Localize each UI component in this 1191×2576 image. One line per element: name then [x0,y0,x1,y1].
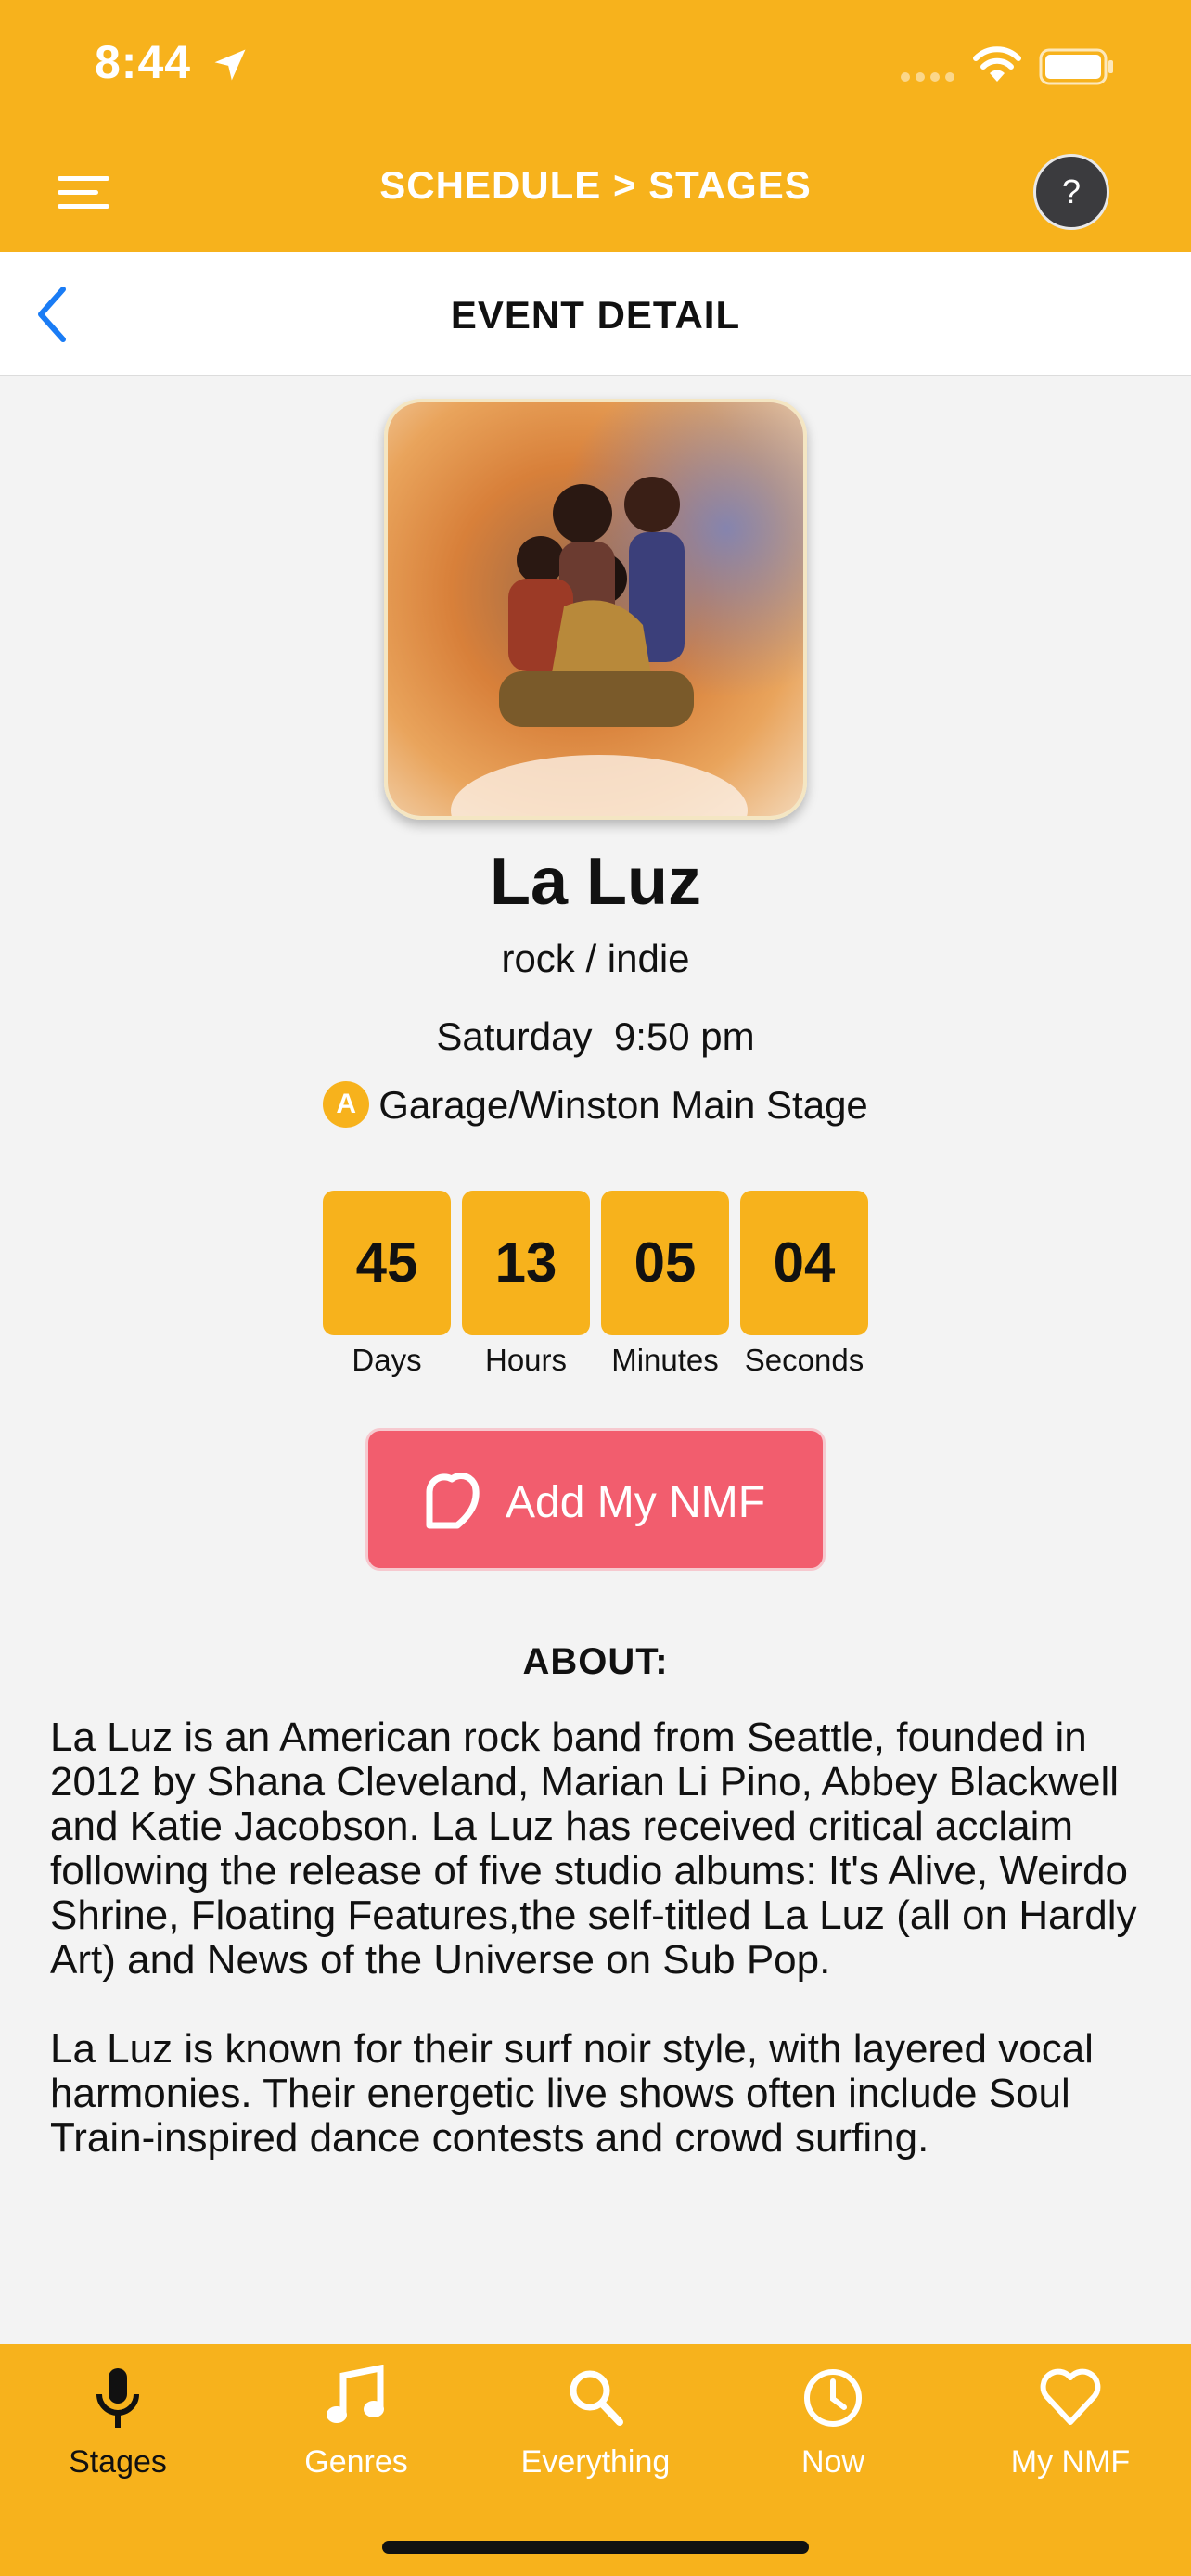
about-paragraph: La Luz is an American rock band from Sea… [50,1715,1137,1983]
stage-name: Garage/Winston Main Stage [378,1083,868,1127]
about-paragraph: La Luz is known for their surf noir styl… [50,2026,1094,2161]
artist-photo [384,399,807,820]
tab-now[interactable]: Now [722,2365,944,2480]
breadcrumb: SCHEDULE > STAGES [379,163,812,207]
tab-label: Everything [520,2444,671,2480]
help-button[interactable]: ? [1033,154,1109,230]
top-header: 8:44 SCHEDULE > STAGES ? [0,0,1191,252]
event-detail-screen: 8:44 SCHEDULE > STAGES ? EVENT DETAIL La… [0,0,1191,2576]
search-icon [570,2370,623,2426]
tab-label: My NMF [1010,2444,1131,2480]
countdown-label: Hours [484,1343,568,1377]
about-body: La Luz is an American rock band from Sea… [50,1715,1145,2205]
genre-label: rock / indie [501,937,690,980]
heart-outline-icon [426,1473,480,1529]
countdown-days: 45 Days [323,1191,451,1378]
tab-everything[interactable]: Everything [484,2365,707,2480]
status-time: 8:44 [95,36,192,88]
countdown-value: 13 [462,1191,590,1335]
tab-label: Stages [69,2444,167,2480]
cellular-signal-icon [901,72,954,82]
battery-icon [1039,48,1113,85]
event-day-time: Saturday 9:50 pm [436,1014,755,1058]
home-indicator [382,2541,809,2554]
countdown-seconds: 04 Seconds [740,1191,868,1378]
countdown-minutes: 05 Minutes [601,1191,729,1378]
countdown-value: 05 [601,1191,729,1335]
clock-icon [804,2369,862,2427]
artist-name: La Luz [490,845,701,919]
countdown-value: 45 [323,1191,451,1335]
tab-my-nmf[interactable]: My NMF [959,2365,1182,2480]
countdown-label: Minutes [611,1343,719,1377]
tab-label: Now [800,2444,865,2480]
heart-icon [1040,2368,1101,2425]
microphone-icon [96,2368,139,2428]
countdown-hours: 13 Hours [462,1191,590,1378]
tab-stages[interactable]: Stages [6,2365,229,2480]
music-note-icon [327,2365,384,2423]
location-arrow-icon [214,49,246,81]
countdown-timer: 45 Days 13 Hours 05 Minutes 04 Seconds [323,1191,870,1378]
about-heading: ABOUT: [522,1641,669,1682]
countdown-label: Days [352,1343,422,1377]
add-my-nmf-button[interactable]: Add My NMF [365,1428,826,1571]
countdown-label: Seconds [744,1343,864,1377]
tab-genres[interactable]: Genres [245,2365,467,2480]
wifi-icon [973,46,1021,82]
sub-header: EVENT DETAIL [0,252,1191,376]
add-button-label: Add My NMF [506,1478,766,1527]
stage-info[interactable]: A Garage/Winston Main Stage [0,1080,1191,1131]
page-title: EVENT DETAIL [450,293,741,337]
countdown-value: 04 [740,1191,868,1335]
tab-label: Genres [304,2444,408,2480]
stage-badge: A [323,1080,370,1128]
